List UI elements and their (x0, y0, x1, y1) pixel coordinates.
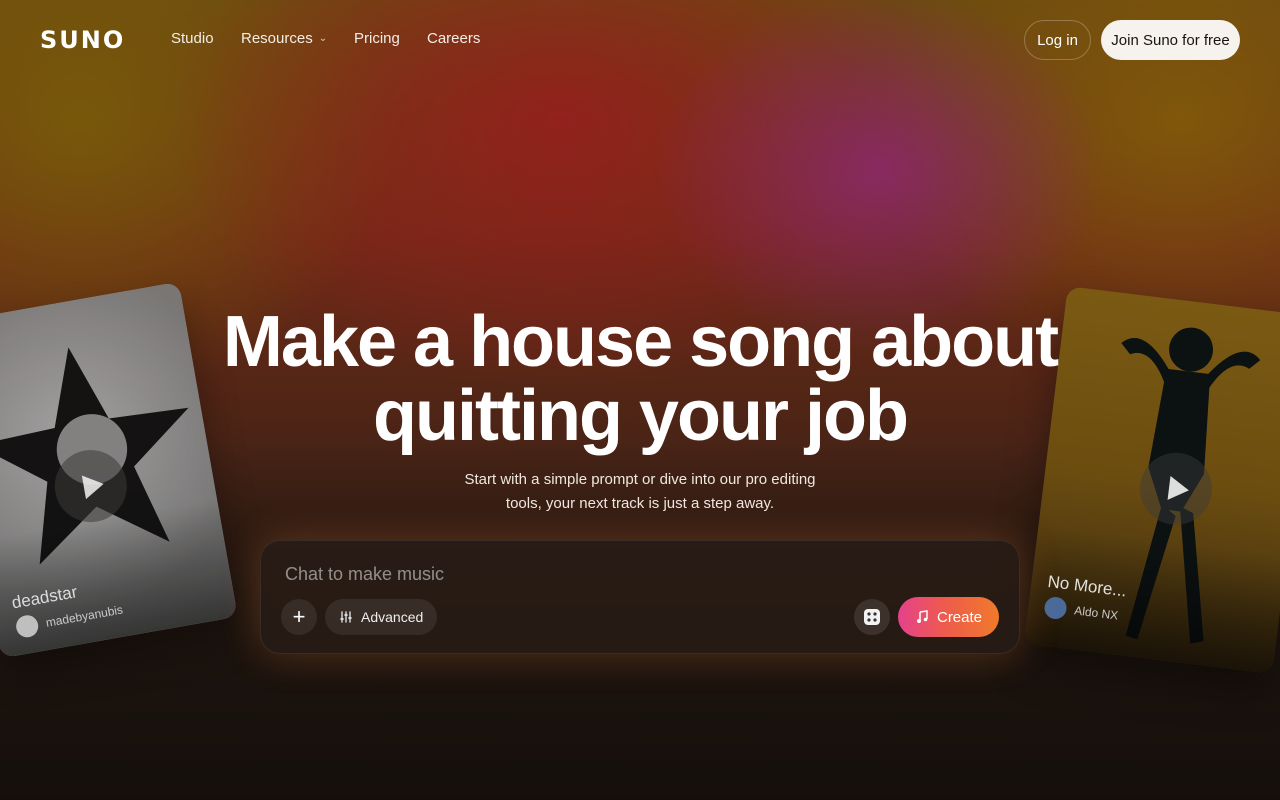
login-button[interactable]: Log in (1024, 20, 1091, 60)
nav-link-studio[interactable]: Studio (171, 30, 214, 47)
chat-prompt-input[interactable] (285, 561, 985, 587)
suno-logo[interactable]: SUNO (40, 26, 125, 54)
hero-subtitle-line-2: tools, your next track is just a step aw… (505, 495, 775, 512)
sliders-icon (340, 611, 352, 623)
hero-subtitle-line-1: Start with a simple prompt or dive into … (464, 471, 816, 488)
create-label: Create (936, 608, 983, 626)
play-icon (81, 472, 106, 500)
plus-icon: + (292, 604, 306, 629)
advanced-button[interactable]: Advanced (325, 599, 438, 635)
hero-title: Make a house song about quitting your jo… (0, 305, 1280, 453)
music-note-icon (916, 610, 928, 623)
chevron-down-icon: ⌄ (318, 33, 328, 44)
dice-icon (864, 609, 880, 625)
create-button[interactable]: Create (898, 597, 999, 637)
nav-link-pricing[interactable]: Pricing (354, 30, 400, 47)
add-button[interactable]: + (281, 599, 317, 635)
nav-link-resources-label: Resources (241, 30, 313, 47)
hero-title-line-2: quitting your job (373, 376, 909, 456)
nav-link-careers[interactable]: Careers (427, 30, 480, 47)
play-icon (1167, 476, 1191, 503)
prompt-box: + Advanced Create (260, 540, 1020, 654)
avatar (14, 613, 40, 640)
song-artist-name: Aldo NX (1073, 603, 1119, 623)
join-free-button[interactable]: Join Suno for free (1101, 20, 1240, 60)
hero-title-line-1: Make a house song about (222, 302, 1059, 382)
top-nav: SUNO Studio Resources ⌄ Pricing Careers … (0, 0, 1280, 80)
random-prompt-button[interactable] (854, 599, 890, 635)
avatar (1043, 595, 1068, 621)
nav-link-resources[interactable]: Resources ⌄ (241, 30, 327, 47)
hero-subtitle: Start with a simple prompt or dive into … (440, 468, 840, 516)
advanced-label: Advanced (361, 609, 424, 625)
